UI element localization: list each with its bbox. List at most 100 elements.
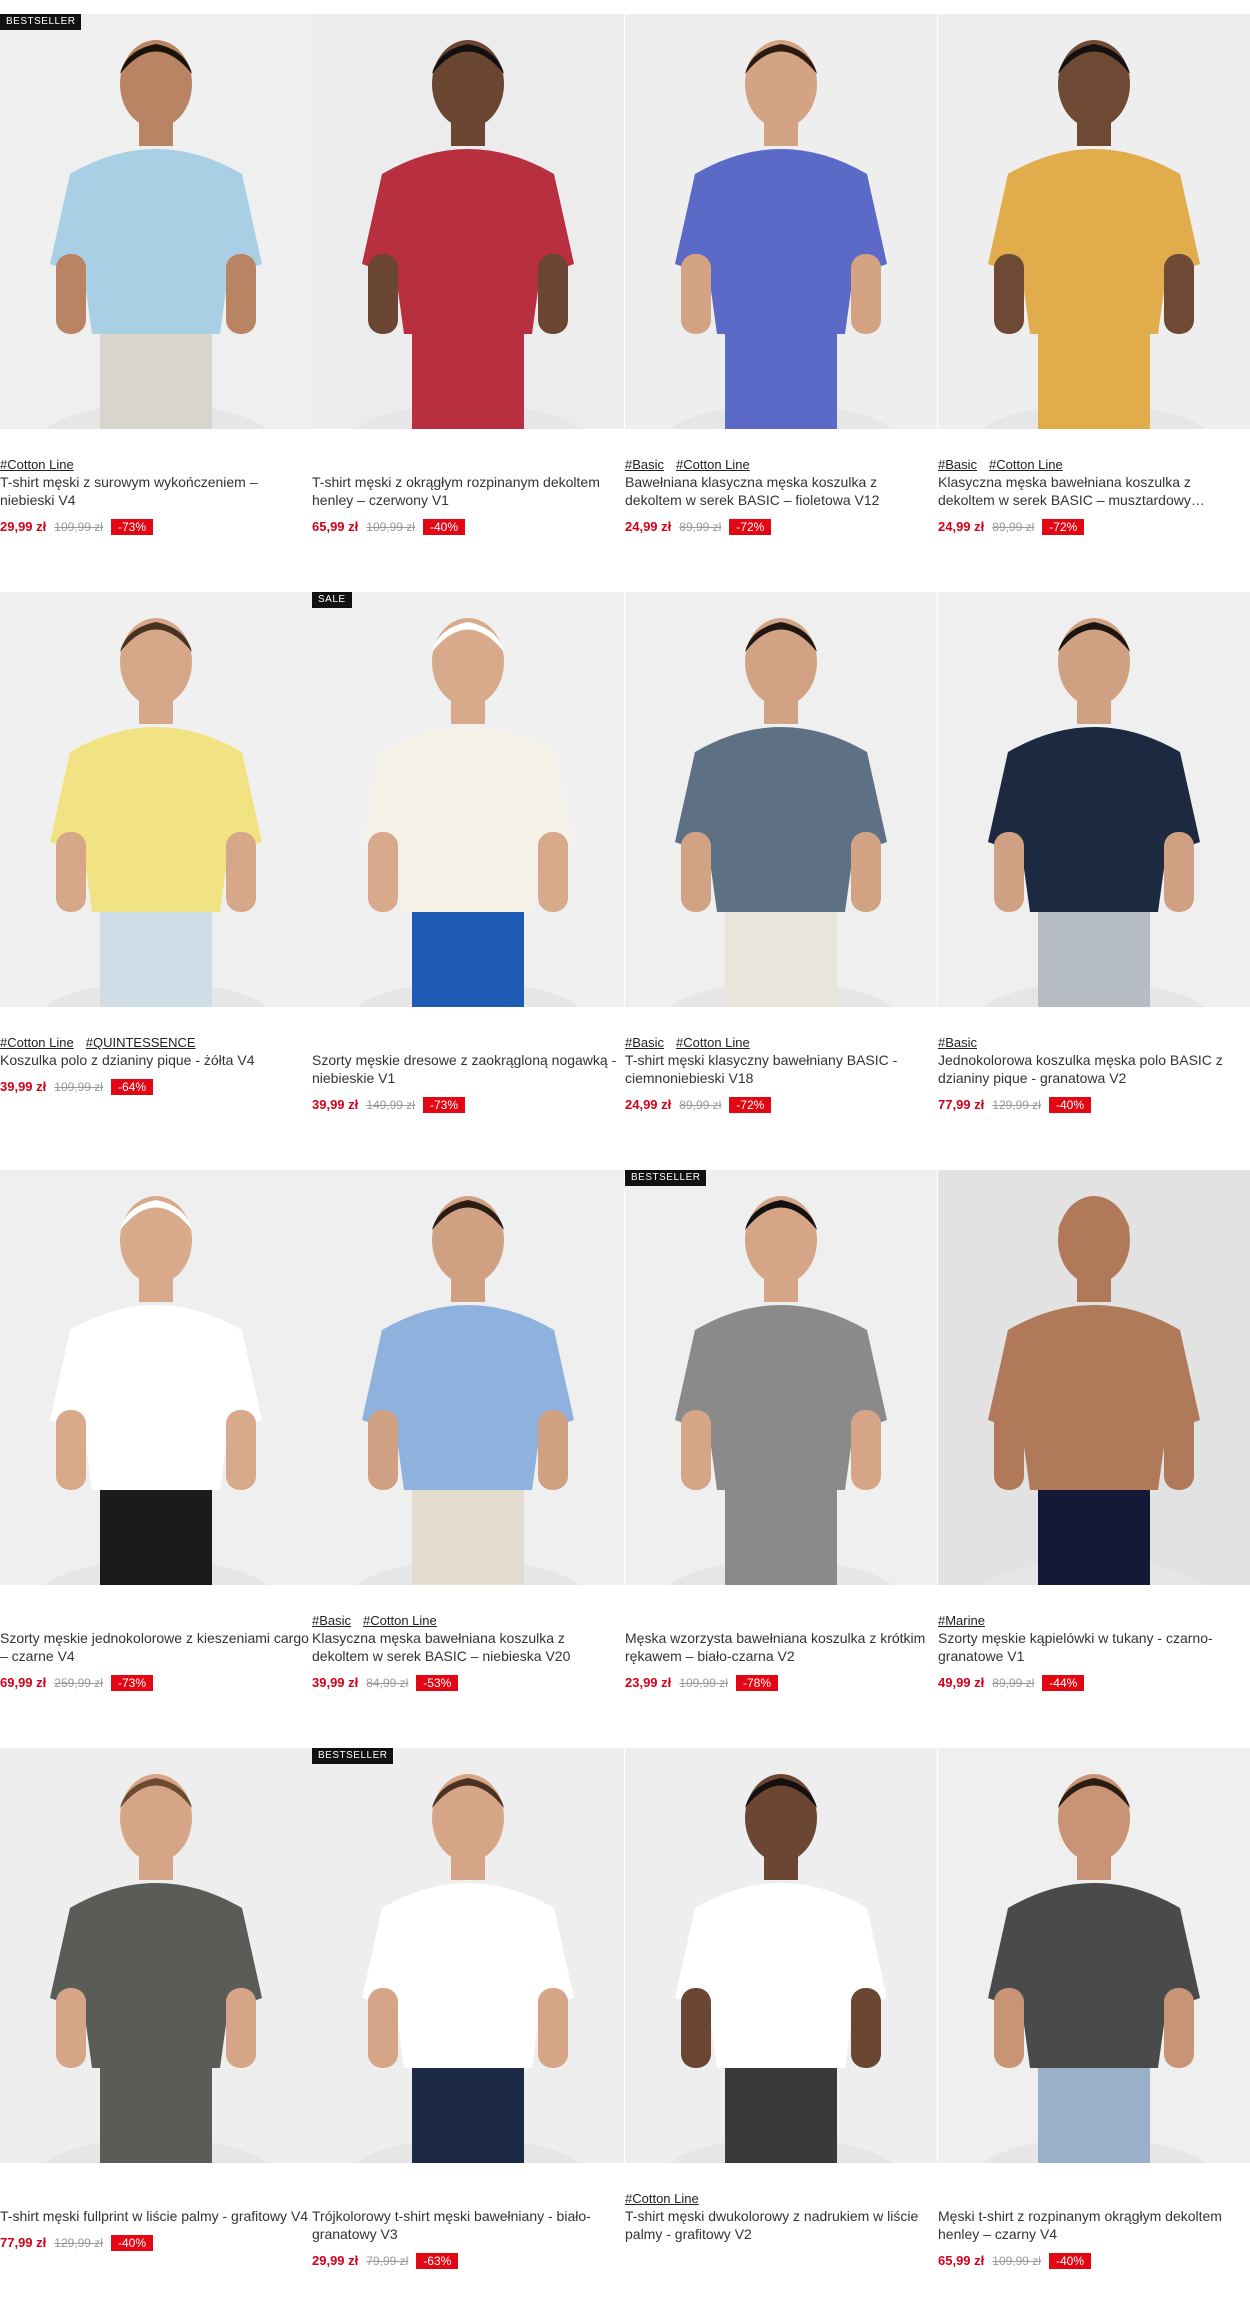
product-card[interactable]: Szorty męskie jednokolorowe z kieszeniam… bbox=[0, 1170, 312, 1730]
product-image[interactable] bbox=[938, 1748, 1250, 2163]
product-card[interactable]: BESTSELLER Trójkolorowy t-shirt męski baw… bbox=[312, 1748, 624, 2308]
product-price: 77,99 zł bbox=[0, 2235, 47, 2250]
product-card[interactable]: #Marine Szorty męskie kąpielówki w tukany… bbox=[938, 1170, 1250, 1730]
product-image[interactable]: BESTSELLER bbox=[0, 14, 312, 429]
product-title[interactable]: Trójkolorowy t-shirt męski bawełniany - … bbox=[312, 2207, 624, 2243]
product-old-price: 129,99 zł bbox=[992, 1098, 1041, 1112]
product-info: Szorty męskie dresowe z zaokrągloną noga… bbox=[312, 1034, 624, 1113]
product-card[interactable]: BESTSELLER #Cotton Line T-shirt męski z su… bbox=[0, 14, 312, 574]
product-card[interactable]: #Basic #Cotton Line Klasyczna męska bawełn… bbox=[312, 1170, 624, 1730]
product-prices: 24,99 zł 89,99 zł -72% bbox=[938, 519, 1250, 535]
product-title[interactable]: Męska wzorzysta bawełniana koszulka z kr… bbox=[625, 1629, 937, 1665]
product-tag-link[interactable]: #Cotton Line bbox=[0, 457, 74, 472]
product-image[interactable] bbox=[625, 14, 937, 429]
product-prices: 24,99 zł 89,99 zł -72% bbox=[625, 1097, 937, 1113]
product-tag-link[interactable]: #QUINTESSENCE bbox=[86, 1035, 196, 1050]
product-image[interactable] bbox=[625, 592, 937, 1007]
product-title[interactable]: T-shirt męski z okrągłym rozpinanym deko… bbox=[312, 473, 624, 509]
discount-badge: -64% bbox=[110, 1079, 153, 1095]
product-card[interactable]: BESTSELLER Męska wzorzysta bawełniana kos… bbox=[625, 1170, 937, 1730]
product-old-price: 89,99 zł bbox=[679, 520, 722, 534]
product-info: #Marine Szorty męskie kąpielówki w tukany… bbox=[938, 1612, 1250, 1691]
product-image[interactable] bbox=[0, 1748, 312, 2163]
product-tag-link[interactable]: #Basic bbox=[312, 1613, 351, 1628]
product-card[interactable]: SALE Szorty męskie dresowe z zaokrągloną … bbox=[312, 592, 624, 1152]
discount-badge: -78% bbox=[735, 1675, 778, 1691]
product-info: Trójkolorowy t-shirt męski bawełniany - … bbox=[312, 2190, 624, 2269]
product-card[interactable]: Męski t-shirt z rozpinanym okrągłym deko… bbox=[938, 1748, 1250, 2308]
product-info: #Cotton Line T-shirt męski z surowym wyko… bbox=[0, 456, 312, 535]
product-photo bbox=[312, 1748, 624, 2163]
product-title[interactable]: Jednokolorowa koszulka męska polo BASIC … bbox=[938, 1051, 1250, 1087]
product-tag-link[interactable]: #Basic bbox=[938, 457, 977, 472]
product-tags: #Cotton Line bbox=[625, 2190, 937, 2207]
product-photo bbox=[938, 14, 1250, 429]
product-badge: BESTSELLER bbox=[0, 14, 82, 30]
product-card[interactable]: #Basic #Cotton Line Bawełniana klasyczna m… bbox=[625, 14, 937, 574]
product-title[interactable]: Klasyczna męska bawełniana koszulka z de… bbox=[312, 1629, 624, 1665]
product-price: 69,99 zł bbox=[0, 1675, 47, 1690]
product-tag-link[interactable]: #Cotton Line bbox=[0, 1035, 74, 1050]
product-title[interactable]: Męski t-shirt z rozpinanym okrągłym deko… bbox=[938, 2207, 1250, 2243]
product-tag-link[interactable]: #Marine bbox=[938, 1613, 985, 1628]
product-info: #Basic #Cotton Line T-shirt męski klasyczn… bbox=[625, 1034, 937, 1113]
product-title[interactable]: T-shirt męski dwukolorowy z nadrukiem w … bbox=[625, 2207, 937, 2243]
product-image[interactable] bbox=[938, 14, 1250, 429]
product-image[interactable]: SALE bbox=[312, 592, 624, 1007]
product-title[interactable]: Szorty męskie kąpielówki w tukany - czar… bbox=[938, 1629, 1250, 1665]
product-card[interactable]: T-shirt męski z okrągłym rozpinanym deko… bbox=[312, 14, 624, 574]
product-prices: 65,99 zł 109,99 zł -40% bbox=[938, 2253, 1250, 2269]
product-image[interactable] bbox=[938, 1170, 1250, 1585]
product-image[interactable] bbox=[312, 1170, 624, 1585]
product-tag-link[interactable]: #Cotton Line bbox=[676, 1035, 750, 1050]
product-card[interactable]: #Basic #Cotton Line Klasyczna męska bawełn… bbox=[938, 14, 1250, 574]
discount-badge: -72% bbox=[1042, 519, 1085, 535]
product-card[interactable]: #Basic Jednokolorowa koszulka męska polo … bbox=[938, 592, 1250, 1152]
product-grid: BESTSELLER #Cotton Line T-shirt męski z su… bbox=[0, 0, 1250, 2269]
product-image[interactable] bbox=[0, 1170, 312, 1585]
product-prices: 29,99 zł 79,99 zł -63% bbox=[312, 2253, 624, 2269]
product-photo bbox=[938, 1748, 1250, 2163]
product-tag-link[interactable]: #Cotton Line bbox=[625, 2191, 699, 2206]
product-tag-link[interactable]: #Basic bbox=[938, 1035, 977, 1050]
product-image[interactable]: BESTSELLER bbox=[312, 1748, 624, 2163]
product-photo bbox=[0, 592, 312, 1007]
product-photo bbox=[0, 1170, 312, 1585]
product-tag-link[interactable]: #Basic bbox=[625, 457, 664, 472]
product-tag-link[interactable]: #Basic bbox=[625, 1035, 664, 1050]
product-prices: 65,99 zł 109,99 zł -40% bbox=[312, 519, 624, 535]
product-title[interactable]: Szorty męskie dresowe z zaokrągloną noga… bbox=[312, 1051, 624, 1087]
product-card[interactable]: #Cotton Line T-shirt męski dwukolorowy z … bbox=[625, 1748, 937, 2308]
product-prices: 49,99 zł 89,99 zł -44% bbox=[938, 1675, 1250, 1691]
product-title[interactable]: Szorty męskie jednokolorowe z kieszeniam… bbox=[0, 1629, 312, 1665]
product-title[interactable]: Klasyczna męska bawełniana koszulka z de… bbox=[938, 473, 1250, 509]
product-image[interactable] bbox=[0, 592, 312, 1007]
product-price: 29,99 zł bbox=[312, 2253, 359, 2268]
product-tags: #Basic #Cotton Line bbox=[312, 1612, 624, 1629]
product-photo bbox=[938, 1170, 1250, 1585]
product-price: 24,99 zł bbox=[625, 1097, 672, 1112]
product-card[interactable]: #Basic #Cotton Line T-shirt męski klasyczn… bbox=[625, 592, 937, 1152]
product-title[interactable]: Koszulka polo z dzianiny pique - żółta V… bbox=[0, 1051, 312, 1069]
product-photo bbox=[312, 1170, 624, 1585]
product-old-price: 89,99 zł bbox=[679, 1098, 722, 1112]
product-image[interactable]: BESTSELLER bbox=[625, 1170, 937, 1585]
product-tag-link[interactable]: #Cotton Line bbox=[363, 1613, 437, 1628]
product-tag-link[interactable]: #Cotton Line bbox=[676, 457, 750, 472]
product-photo bbox=[312, 14, 624, 429]
product-title[interactable]: T-shirt męski klasyczny bawełniany BASIC… bbox=[625, 1051, 937, 1087]
product-photo bbox=[625, 1748, 937, 2163]
discount-badge: -40% bbox=[110, 2235, 153, 2251]
product-image[interactable] bbox=[625, 1748, 937, 2163]
product-title[interactable]: Bawełniana klasyczna męska koszulka z de… bbox=[625, 473, 937, 509]
product-prices: 77,99 zł 129,99 zł -40% bbox=[0, 2235, 312, 2251]
product-card[interactable]: T-shirt męski fullprint w liście palmy -… bbox=[0, 1748, 312, 2308]
product-title[interactable]: T-shirt męski fullprint w liście palmy -… bbox=[0, 2207, 312, 2225]
discount-badge: -40% bbox=[1048, 1097, 1091, 1113]
product-tag-link[interactable]: #Cotton Line bbox=[989, 457, 1063, 472]
product-image[interactable] bbox=[312, 14, 624, 429]
discount-badge: -40% bbox=[1048, 2253, 1091, 2269]
product-image[interactable] bbox=[938, 592, 1250, 1007]
product-card[interactable]: #Cotton Line #QUINTESSENCE Koszulka polo z… bbox=[0, 592, 312, 1152]
product-title[interactable]: T-shirt męski z surowym wykończeniem – n… bbox=[0, 473, 312, 509]
